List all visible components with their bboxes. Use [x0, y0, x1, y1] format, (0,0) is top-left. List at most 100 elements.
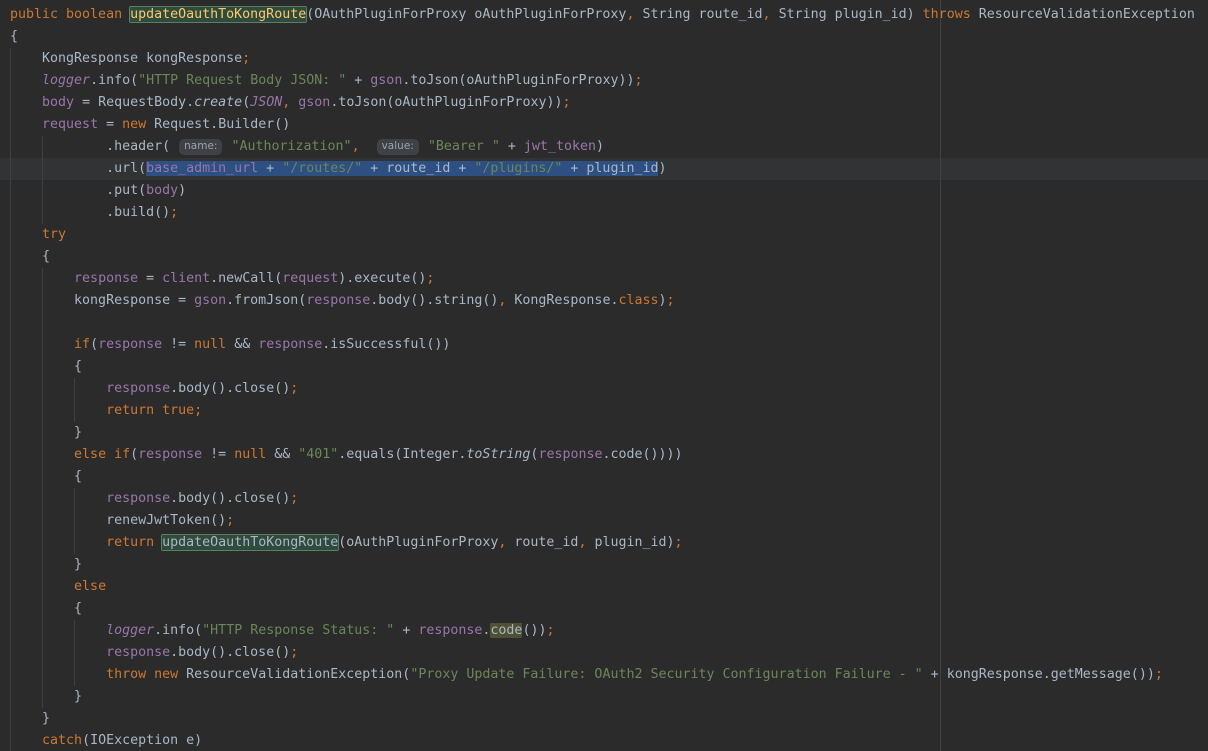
code-line-30[interactable]: response.body().close();: [0, 642, 1208, 664]
code-line-19[interactable]: return true;: [0, 400, 1208, 422]
code-token: new: [122, 117, 147, 132]
code-line-24[interactable]: renewJwtToken();: [0, 510, 1208, 532]
code-line-2[interactable]: {: [0, 26, 1208, 48]
code-token: }: [10, 689, 83, 704]
code-token: updateOauthToKongRoute: [130, 7, 307, 22]
code-line-4[interactable]: logger.info("HTTP Request Body JSON: " +…: [0, 70, 1208, 92]
code-token: body: [42, 95, 75, 110]
code-token: {: [10, 469, 83, 484]
code-token: request: [282, 271, 339, 286]
code-token: response: [74, 271, 139, 286]
code-token: public boolean: [10, 7, 131, 22]
code-token: class: [618, 293, 659, 308]
code-token: }: [10, 425, 83, 440]
code-token: response: [418, 623, 483, 638]
code-token: (oAuthPluginForProxy: [338, 535, 499, 550]
code-line-15[interactable]: [0, 312, 1208, 334]
code-token: .info(: [154, 623, 203, 638]
code-line-34[interactable]: catch(IOException e): [0, 730, 1208, 751]
code-token: gson: [194, 293, 227, 308]
code-token: .build(): [10, 205, 171, 220]
code-token: ;: [546, 623, 555, 638]
code-line-13[interactable]: response = client.newCall(request).execu…: [0, 268, 1208, 290]
code-line-17[interactable]: {: [0, 356, 1208, 378]
code-line-11[interactable]: try: [0, 224, 1208, 246]
code-line-8[interactable]: .url(base_admin_url + "/routes/" + route…: [0, 158, 1208, 180]
code-line-16[interactable]: if(response != null && response.isSucces…: [0, 334, 1208, 356]
code-line-26[interactable]: }: [0, 554, 1208, 576]
code-token: ): [178, 183, 187, 198]
code-line-1[interactable]: public boolean updateOauthToKongRoute(OA…: [0, 4, 1208, 26]
code-line-29[interactable]: logger.info("HTTP Response Status: " + r…: [0, 620, 1208, 642]
code-token: response: [106, 491, 171, 506]
code-token: else: [74, 579, 107, 594]
code-line-7[interactable]: .header( name: "Authorization", value: "…: [0, 136, 1208, 158]
code-token: throw new: [106, 667, 179, 682]
code-token: &&: [226, 337, 259, 352]
code-token: .body().close(): [170, 381, 291, 396]
code-token: (: [130, 447, 139, 462]
code-line-28[interactable]: {: [0, 598, 1208, 620]
code-token: &&: [266, 447, 299, 462]
code-line-27[interactable]: else: [0, 576, 1208, 598]
code-line-5[interactable]: body = RequestBody.create(JSON, gson.toJ…: [0, 92, 1208, 114]
code-line-9[interactable]: .put(body): [0, 180, 1208, 202]
code-token: return true: [106, 403, 195, 418]
code-token: body: [146, 183, 179, 198]
code-token: !=: [162, 337, 195, 352]
code-token: ): [595, 139, 604, 154]
code-token: ): [658, 293, 667, 308]
code-token: +: [258, 161, 283, 176]
code-token: +: [499, 139, 524, 154]
code-token: ;: [666, 293, 675, 308]
code-line-33[interactable]: }: [0, 708, 1208, 730]
code-line-18[interactable]: response.body().close();: [0, 378, 1208, 400]
code-token: .header(: [10, 139, 179, 154]
code-token: gson: [370, 73, 403, 88]
code-token: "HTTP Response Status: ": [202, 623, 395, 638]
code-editor[interactable]: public boolean updateOauthToKongRoute(OA…: [0, 0, 1208, 751]
code-token: response: [98, 337, 163, 352]
code-line-21[interactable]: else if(response != null && "401".equals…: [0, 444, 1208, 466]
code-token: }: [10, 557, 83, 572]
code-token: response: [258, 337, 323, 352]
code-token: base_admin_url: [146, 161, 259, 176]
code-line-6[interactable]: request = new Request.Builder(): [0, 114, 1208, 136]
code-token: route_id: [506, 535, 579, 550]
code-token: try: [42, 227, 67, 242]
code-token: ()): [522, 623, 547, 638]
code-token: .put(: [10, 183, 147, 198]
code-line-22[interactable]: {: [0, 466, 1208, 488]
code-line-3[interactable]: KongResponse kongResponse;: [0, 48, 1208, 70]
code-line-20[interactable]: }: [0, 422, 1208, 444]
code-line-32[interactable]: }: [0, 686, 1208, 708]
code-token: response: [538, 447, 603, 462]
code-token: ): [658, 161, 667, 176]
code-line-31[interactable]: throw new ResourceValidationException("P…: [0, 664, 1208, 686]
code-line-10[interactable]: .build();: [0, 202, 1208, 224]
code-line-12[interactable]: {: [0, 246, 1208, 268]
code-line-23[interactable]: response.body().close();: [0, 488, 1208, 510]
code-token: ResourceValidationException(: [178, 667, 411, 682]
code-lines: public boolean updateOauthToKongRoute(OA…: [0, 0, 1208, 751]
code-line-14[interactable]: kongResponse = gson.fromJson(response.bo…: [0, 290, 1208, 312]
code-token: .body().close(): [170, 491, 291, 506]
code-line-25[interactable]: return updateOauthToKongRoute(oAuthPlugi…: [0, 532, 1208, 554]
code-token: +: [346, 73, 371, 88]
code-token: = RequestBody.: [74, 95, 195, 110]
code-token: .toJson(oAuthPluginForProxy)): [330, 95, 563, 110]
code-token: {: [10, 359, 83, 374]
